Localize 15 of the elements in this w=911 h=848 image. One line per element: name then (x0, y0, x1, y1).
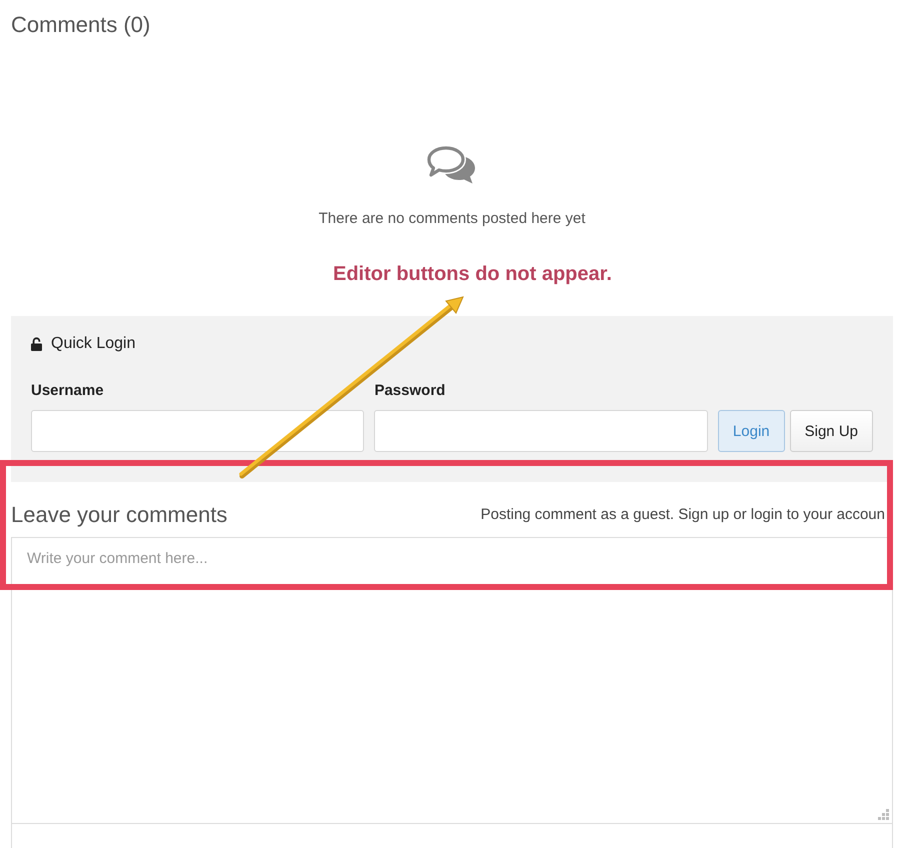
form-heading: Leave your comments (11, 502, 228, 528)
chat-bubbles-icon (426, 145, 478, 185)
unlocked-padlock-icon (31, 337, 42, 351)
comments-heading: Comments (0) (11, 11, 152, 38)
field-label: Username (31, 381, 105, 401)
annotation-text: Editor buttons do not appear. (333, 262, 612, 286)
quick-login-title: Quick Login (51, 334, 136, 354)
text-input[interactable] (31, 410, 364, 452)
login-form-button[interactable]: Sign Up (790, 410, 873, 452)
field-label: Password (374, 381, 446, 401)
text-input[interactable] (374, 410, 708, 452)
empty-message: There are no comments posted here yet (318, 209, 586, 229)
guest-notice: Posting comment as a guest. Sign up or login to your accoun (480, 505, 885, 525)
comment-field[interactable]: Write your comment here... (11, 537, 893, 824)
resize-grip-icon (878, 809, 889, 820)
